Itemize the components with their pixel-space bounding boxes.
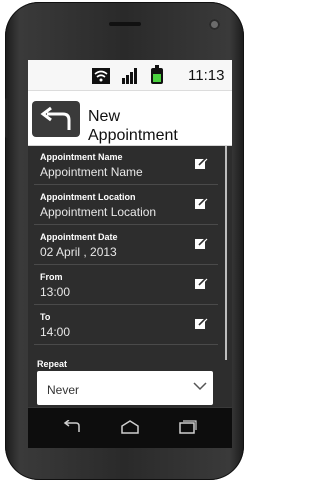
field-value[interactable]: 14:00 [40,325,70,339]
field-appointment-name[interactable]: Appointment Name Appointment Name [34,146,218,185]
status-time: 11:13 [188,67,225,84]
field-appointment-date[interactable]: Appointment Date 02 April , 2013 [34,226,218,265]
repeat-label: Repeat [37,359,68,369]
nav-back-icon[interactable] [62,420,82,434]
page-title: New Appointment [88,107,178,145]
field-label: Appointment Location [40,192,136,202]
field-value[interactable]: 02 April , 2013 [40,245,117,259]
field-value[interactable]: Appointment Location [40,205,156,219]
repeat-dropdown[interactable]: Never [37,371,213,405]
edit-icon[interactable] [194,316,208,330]
signal-icon [122,68,137,84]
field-label: To [40,312,51,322]
field-value[interactable]: Appointment Name [40,165,143,179]
repeat-selected-value: Never [47,383,80,397]
title-line-1: New [88,108,121,125]
nav-home-icon[interactable] [120,420,140,434]
field-label: From [40,272,63,282]
edit-icon[interactable] [194,156,208,170]
field-value[interactable]: 13:00 [40,285,70,299]
wifi-icon [92,68,110,84]
field-to[interactable]: To 14:00 [34,306,218,345]
edit-icon[interactable] [194,196,208,210]
volume-button [5,98,9,138]
speaker-grille [109,22,141,26]
back-button[interactable] [32,101,80,137]
nav-recents-icon[interactable] [178,420,198,434]
edit-icon[interactable] [194,236,208,250]
edit-icon[interactable] [194,276,208,290]
appointment-form: Appointment Name Appointment Name Appoin… [28,146,232,407]
app-screen: 11:13 New Appointment Appointment Name A… [28,60,232,407]
status-bar: 11:13 [28,60,232,91]
action-bar: New Appointment [28,91,232,146]
field-label: Appointment Name [40,152,123,162]
front-camera [209,19,220,30]
title-line-2: Appointment [88,127,178,144]
navigation-bar [28,408,232,448]
field-from[interactable]: From 13:00 [34,266,218,305]
chevron-down-icon [193,382,207,391]
field-appointment-location[interactable]: Appointment Location Appointment Locatio… [34,186,218,225]
back-arrow-icon [40,106,71,130]
battery-icon [151,65,163,84]
field-label: Appointment Date [40,232,118,242]
scrollbar[interactable] [225,146,227,360]
